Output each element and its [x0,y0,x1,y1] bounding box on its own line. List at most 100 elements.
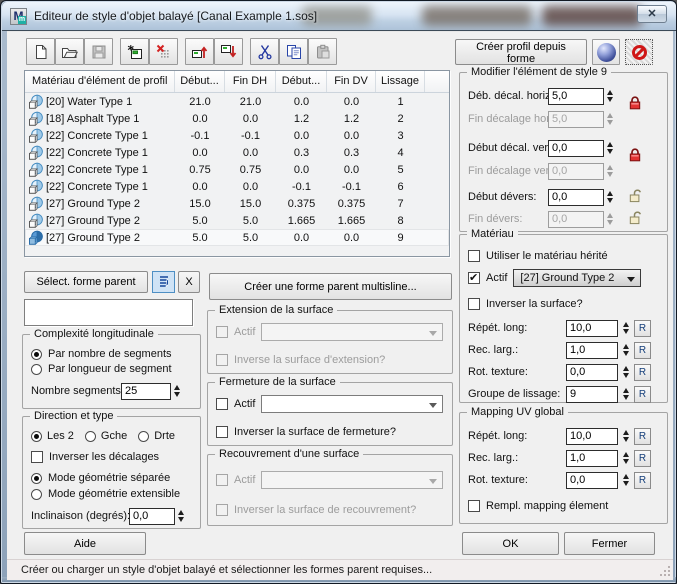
table-row[interactable]: [22] Concrete Type 1 -0.1 -0.1 0.0 0.0 3 [25,127,449,144]
pick-list-button[interactable] [152,271,175,293]
texture-rotation-field[interactable] [566,363,618,381]
spinner[interactable] [604,88,616,105]
move-element-down-button[interactable] [214,38,243,65]
table-row[interactable]: [20] Water Type 1 21.0 21.0 0.0 0.0 1 [25,93,449,110]
table-row[interactable]: [22] Concrete Type 1 0.0 0.0 0.3 0.3 4 [25,144,449,161]
table-row[interactable]: [27] Ground Type 2 5.0 5.0 1.665 1.665 8 [25,212,449,229]
spinner[interactable] [171,383,183,400]
width-overlap-field[interactable] [566,341,618,359]
close-dialog-button[interactable]: Fermer [564,532,655,555]
use-inherited-material-checkbox[interactable] [468,250,480,262]
column-header[interactable]: Début... [175,71,225,92]
inclination-field[interactable] [129,507,175,525]
column-header[interactable]: Fin DH [225,71,276,92]
material-dropdown[interactable]: [27] Ground Type 2 [513,269,642,287]
parent-shape-field[interactable] [24,299,193,326]
spinner[interactable] [620,472,632,489]
reset-button[interactable]: R [634,449,651,467]
select-parent-shape-button[interactable]: Sélect. forme parent [24,271,148,293]
cut-button[interactable] [250,38,279,65]
smoothing-group-field[interactable] [566,385,618,403]
lock-closed-icon[interactable] [628,95,642,110]
reset-button[interactable]: R [634,471,651,489]
delete-element-button[interactable] [149,38,178,65]
close-button[interactable]: ✕ [637,5,667,23]
active-material-checkbox[interactable] [468,271,480,284]
table-row[interactable]: [22] Concrete Type 1 0.0 0.0 -0.1 -0.1 6 [25,178,449,195]
start-camber-field[interactable] [548,188,604,206]
start-horiz-offset-field[interactable] [548,87,604,105]
by-segment-length-radio[interactable] [31,363,42,375]
repeat-length-field[interactable] [566,319,618,337]
profile-elements-table[interactable]: Matériau d'élément de profil Début... Fi… [24,70,450,257]
help-button[interactable]: Aide [24,532,146,555]
group-title: Recouvrement d'une surface [215,447,364,461]
field-label: Répét. long: [468,430,528,442]
spinner[interactable] [620,320,632,337]
column-header[interactable]: Lissage [376,71,425,92]
uv-width-overlap-field[interactable] [566,449,618,467]
spinner[interactable] [620,342,632,359]
spinner[interactable] [620,428,632,445]
disable-button[interactable] [625,39,653,65]
lock-closed-icon[interactable] [628,147,642,162]
extensible-geometry-radio[interactable] [31,488,42,500]
table-row-selected[interactable]: [27] Ground Type 2 5.0 5.0 0.0 0.0 9 [25,229,449,246]
left-side-radio[interactable] [84,430,96,442]
by-segment-count-radio[interactable] [31,348,42,360]
resize-grip[interactable] [660,566,671,577]
title-bar[interactable]: Mm Editeur de style d'objet balayé [Cana… [2,2,676,31]
ok-button[interactable]: OK [462,532,559,555]
uv-repeat-length-field[interactable] [566,427,618,445]
column-header[interactable]: Fin DV [327,71,376,92]
uv-texture-rotation-field[interactable] [566,471,618,489]
paste-button[interactable] [308,38,337,65]
spinner[interactable] [604,140,616,157]
spinner[interactable] [604,189,616,206]
end-horiz-offset-field [548,110,604,128]
reset-button[interactable]: R [634,427,651,445]
column-header[interactable]: Début... [276,71,327,92]
column-header[interactable]: Matériau d'élément de profil [25,71,175,92]
spinner-disabled [604,211,616,228]
replace-element-mapping-checkbox[interactable] [468,500,480,512]
spinner[interactable] [175,508,187,525]
table-row[interactable]: [22] Concrete Type 1 0.75 0.75 0.0 0.0 5 [25,161,449,178]
invert-closure-surface-checkbox[interactable] [216,426,228,438]
invert-surface-checkbox[interactable] [468,298,480,310]
save-style-button[interactable] [84,38,113,65]
add-element-button[interactable] [120,38,149,65]
create-multiline-parent-button[interactable]: Créer une forme parent multisline... [209,273,452,300]
reset-button[interactable]: R [634,341,651,359]
invert-offsets-checkbox[interactable] [31,451,43,463]
radio-label: Par longueur de segment [48,363,172,375]
table-row[interactable]: [27] Ground Type 2 15.0 15.0 0.375 0.375 7 [25,195,449,212]
reset-button[interactable]: R [634,385,651,403]
table-row[interactable]: [18] Asphalt Type 1 0.0 0.0 1.2 1.2 2 [25,110,449,127]
segment-count-field[interactable] [121,382,171,400]
lock-open-icon[interactable] [628,188,642,203]
titlebar-blur-artifact [422,6,532,26]
material-editor-button[interactable] [592,39,620,65]
closure-active-checkbox[interactable] [216,398,228,410]
separate-geometry-radio[interactable] [31,472,42,484]
reset-button[interactable]: R [634,319,651,337]
copy-button[interactable] [279,38,308,65]
move-element-up-button[interactable] [185,38,214,65]
closure-shape-dropdown[interactable] [261,395,444,413]
create-profile-from-shape-button[interactable]: Créer profil depuis forme [455,39,587,65]
spinner[interactable] [620,386,632,403]
end-camber-field [548,210,604,228]
spinner[interactable] [620,364,632,381]
clear-parent-shape-button[interactable]: X [178,271,200,293]
open-style-button[interactable] [55,38,84,65]
lock-open-icon[interactable] [628,210,642,225]
spinner[interactable] [620,450,632,467]
reset-button[interactable]: R [634,363,651,381]
new-style-button[interactable] [26,38,55,65]
start-vert-offset-field[interactable] [548,139,604,157]
checkbox-label: Rempl. mapping élement [486,500,609,512]
right-side-radio[interactable] [138,430,150,442]
both-sides-radio[interactable] [31,430,42,442]
titlebar-blur-artifact [542,6,642,26]
